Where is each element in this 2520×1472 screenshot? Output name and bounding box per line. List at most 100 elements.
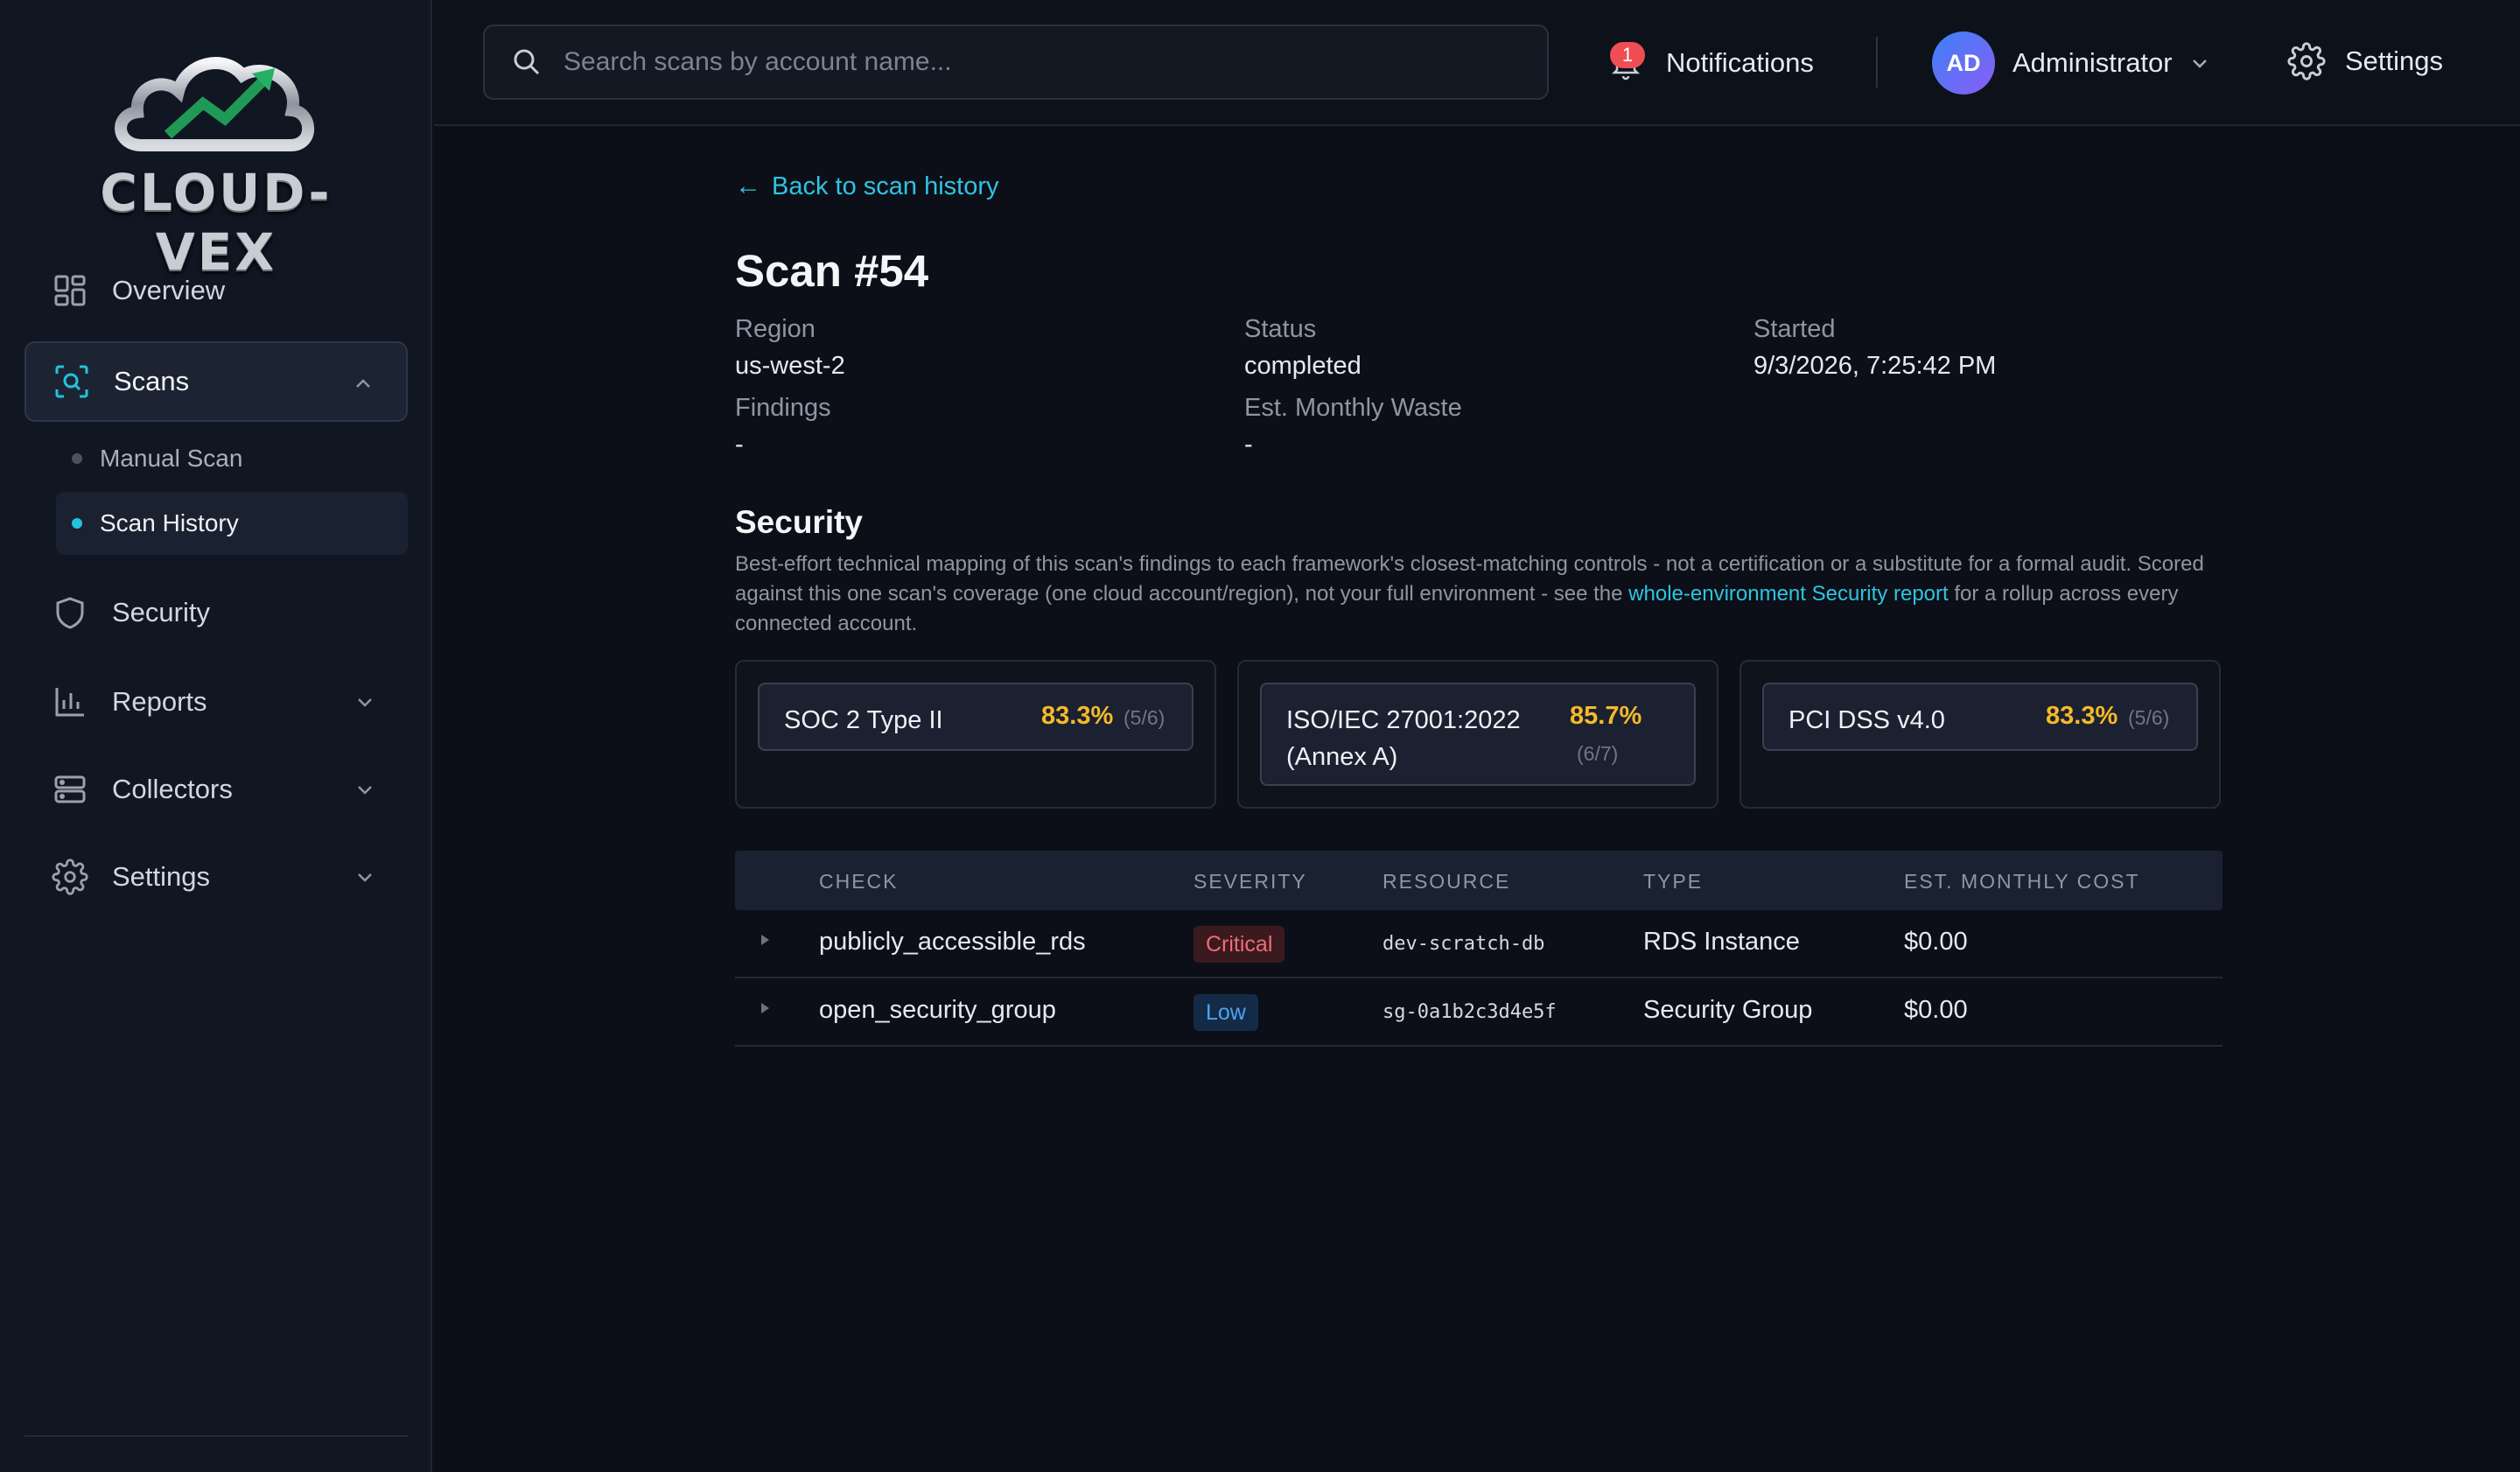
framework-ratio: (6/7) [1577, 742, 1619, 765]
user-name: Administrator [2012, 47, 2173, 78]
sidebar-item-collectors[interactable]: Collectors [24, 749, 408, 830]
notification-count-badge: 1 [1610, 42, 1645, 68]
framework-card-pci-dss: PCI DSS v4.0 83.3% (5/6) [1740, 660, 2221, 809]
status-label: Status [1244, 315, 1317, 343]
back-to-scan-history-link[interactable]: ← Back to scan history [735, 172, 999, 201]
region-label: Region [735, 315, 816, 343]
type-cell: Security Group [1643, 996, 1813, 1024]
sidebar-subitem-label: Manual Scan [100, 445, 243, 472]
header-settings-button[interactable]: Settings [2287, 40, 2443, 82]
framework-score[interactable]: ISO/IEC 27001:2022 (Annex A) 85.7% (6/7) [1260, 683, 1696, 786]
table-row[interactable]: publicly_accessible_rds Critical dev-scr… [735, 910, 2222, 978]
top-header: 1 Notifications AD Administrator Setting… [434, 0, 2520, 126]
table-row[interactable]: open_security_group Low sg-0a1b2c3d4e5f … [735, 978, 2222, 1047]
severity-badge: Critical [1194, 926, 1285, 963]
findings-label: Findings [735, 394, 831, 422]
waste-label: Est. Monthly Waste [1244, 394, 1462, 422]
column-header-check[interactable]: CHECK [819, 870, 899, 894]
back-link-label: Back to scan history [772, 172, 999, 200]
header-divider [1876, 37, 1878, 88]
chevron-up-icon [356, 379, 370, 388]
framework-card-soc2: SOC 2 Type II 83.3% (5/6) [735, 660, 1216, 809]
server-icon [51, 770, 89, 809]
arrow-left-icon: ← [735, 172, 761, 200]
security-report-link[interactable]: whole-environment Security report [1628, 582, 1949, 606]
sidebar-item-overview[interactable]: Overview [24, 250, 408, 331]
sidebar-item-label: Scans [114, 366, 190, 396]
sidebar-subitem-manual-scan[interactable]: Manual Scan [56, 427, 408, 490]
findings-value: - [735, 431, 744, 459]
cloud-vex-logo[interactable]: CLOUD-VEX [46, 32, 387, 282]
framework-name: ISO/IEC 27001:2022 (Annex A) [1286, 706, 1521, 771]
security-description: Best-effort technical mapping of this sc… [735, 550, 2222, 639]
sidebar-item-label: Security [112, 597, 210, 627]
framework-ratio: (5/6) [1124, 706, 1166, 729]
check-cell: open_security_group [819, 996, 1056, 1024]
status-value: completed [1244, 352, 1362, 380]
resource-cell: sg-0a1b2c3d4e5f [1382, 1001, 1557, 1023]
check-cell: publicly_accessible_rds [819, 928, 1086, 956]
severity-badge: Low [1194, 994, 1258, 1031]
started-value: 9/3/2026, 7:25:42 PM [1754, 352, 1997, 380]
sidebar-item-label: Reports [112, 686, 207, 717]
gear-icon [2287, 42, 2326, 81]
started-label: Started [1754, 315, 1836, 343]
framework-percent: 85.7% [1570, 702, 1642, 730]
framework-score[interactable]: SOC 2 Type II 83.3% (5/6) [758, 683, 1194, 751]
page-title: Scan #54 [735, 246, 929, 296]
table-header: CHECK SEVERITY RESOURCE TYPE EST. MONTHL… [735, 851, 2222, 910]
sidebar-item-security[interactable]: Security [24, 572, 408, 653]
waste-value: - [1244, 431, 1253, 459]
chevron-down-icon [358, 698, 372, 707]
search-bar[interactable] [483, 25, 1549, 100]
framework-percent: 83.3% [2046, 702, 2118, 730]
expand-caret-icon[interactable] [761, 1003, 769, 1013]
sidebar-item-reports[interactable]: Reports [24, 662, 408, 742]
sidebar-item-label: Collectors [112, 774, 233, 804]
notifications-button[interactable]: 1 Notifications [1606, 39, 1814, 88]
gear-icon [51, 858, 89, 896]
sidebar-item-label: Settings [112, 861, 211, 892]
cost-cell: $0.00 [1904, 928, 1968, 956]
resource-cell: dev-scratch-db [1382, 933, 1545, 955]
framework-score[interactable]: PCI DSS v4.0 83.3% (5/6) [1762, 683, 2198, 751]
sidebar-subitem-label: Scan History [100, 509, 239, 536]
sidebar-subitem-scan-history[interactable]: Scan History [56, 492, 408, 555]
sidebar-divider [24, 1435, 408, 1437]
notifications-label: Notifications [1666, 47, 1814, 78]
column-header-type[interactable]: TYPE [1643, 870, 1703, 894]
settings-label: Settings [2345, 46, 2444, 76]
grid-icon [51, 271, 89, 310]
expand-caret-icon[interactable] [761, 935, 769, 945]
cloud-logo-icon [115, 57, 315, 151]
column-header-severity[interactable]: SEVERITY [1194, 870, 1307, 894]
framework-ratio: (5/6) [2128, 706, 2170, 729]
sidebar-item-scans[interactable]: Scans [24, 341, 408, 422]
bar-chart-icon [51, 683, 89, 721]
framework-percent: 83.3% [1041, 702, 1114, 730]
security-section-title: Security [735, 504, 864, 540]
sidebar-item-label: Overview [112, 275, 226, 305]
bell-icon: 1 [1606, 42, 1645, 82]
user-menu[interactable]: AD Administrator [1932, 32, 2211, 95]
sidebar: CLOUD-VEX Overview Scans Manual Scan Sca… [0, 0, 432, 1472]
avatar: AD [1932, 32, 1995, 95]
cost-cell: $0.00 [1904, 996, 1968, 1024]
framework-name: PCI DSS v4.0 [1788, 706, 1945, 734]
shield-icon [51, 593, 89, 632]
framework-name: SOC 2 Type II [784, 706, 943, 734]
chevron-down-icon [358, 786, 372, 795]
chevron-down-icon [358, 873, 372, 882]
scan-icon [52, 362, 91, 401]
search-input[interactable] [564, 47, 1526, 77]
column-header-resource[interactable]: RESOURCE [1382, 870, 1510, 894]
framework-card-iso27001: ISO/IEC 27001:2022 (Annex A) 85.7% (6/7) [1237, 660, 1718, 809]
chevron-down-icon [2192, 60, 2207, 68]
bullet-dot [72, 518, 82, 529]
sidebar-item-settings[interactable]: Settings [24, 837, 408, 917]
search-icon [514, 49, 540, 75]
column-header-cost[interactable]: EST. MONTHLY COST [1904, 870, 2140, 894]
region-value: us-west-2 [735, 352, 845, 380]
bullet-dot [72, 453, 82, 464]
type-cell: RDS Instance [1643, 928, 1800, 956]
